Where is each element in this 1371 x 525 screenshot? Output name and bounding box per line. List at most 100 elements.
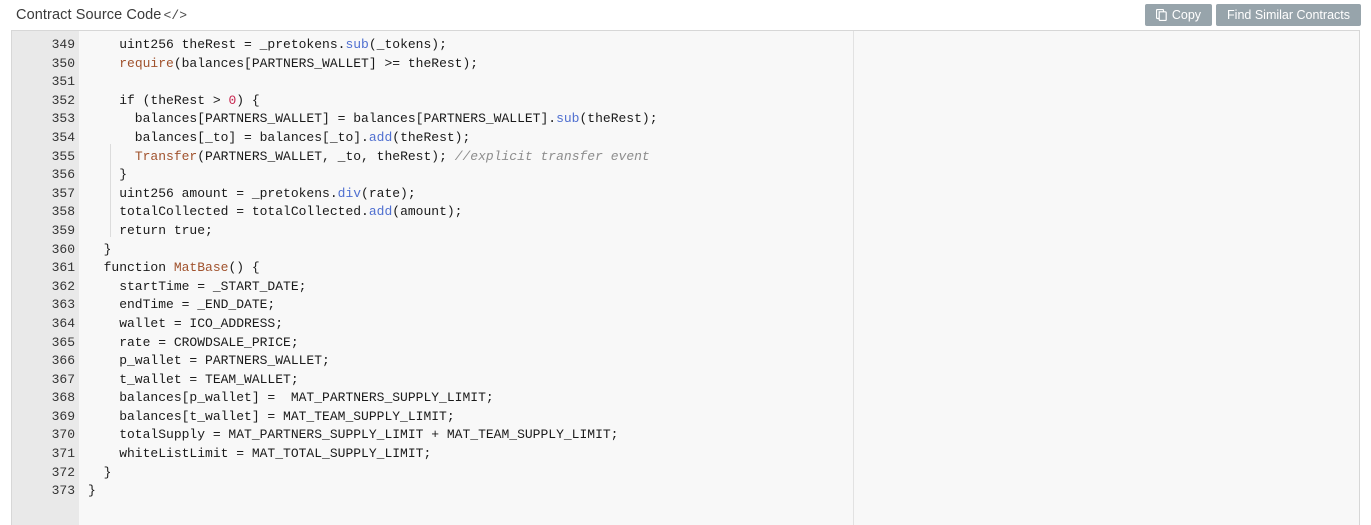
line-number: 367 [12, 371, 79, 390]
line-number: 360 [12, 241, 79, 260]
code-token-meth: add [369, 130, 392, 145]
code-lines: uint256 theRest = _pretokens.sub(_tokens… [79, 36, 1359, 501]
line-number: 362 [12, 278, 79, 297]
code-token-plain: () { [228, 260, 259, 275]
code-token-plain: wallet = ICO_ADDRESS; [88, 316, 283, 331]
code-token-plain [88, 56, 119, 71]
copy-icon [1156, 9, 1167, 21]
code-line: whiteListLimit = MAT_TOTAL_SUPPLY_LIMIT; [79, 445, 1359, 464]
code-token-plain: startTime = _START_DATE; [88, 279, 306, 294]
code-token-plain: function [88, 260, 174, 275]
line-number: 366 [12, 352, 79, 371]
page-title-text: Contract Source Code [16, 7, 161, 23]
code-token-fn: require [119, 56, 174, 71]
code-token-plain: whiteListLimit = MAT_TOTAL_SUPPLY_LIMIT; [88, 446, 431, 461]
code-line: if (theRest > 0) { [79, 92, 1359, 111]
code-token-plain: (theRest); [579, 111, 657, 126]
line-number: 364 [12, 315, 79, 334]
code-content-area[interactable]: uint256 theRest = _pretokens.sub(_tokens… [79, 31, 1359, 525]
page-title: Contract Source Code</> [16, 7, 187, 23]
code-token-plain: ) { [236, 93, 259, 108]
code-token-plain: if (theRest > [88, 93, 228, 108]
code-token-plain: p_wallet = PARTNERS_WALLET; [88, 353, 330, 368]
header-actions: Copy Find Similar Contracts [1145, 4, 1361, 26]
line-number: 357 [12, 185, 79, 204]
source-code-panel[interactable]: 349350351352▼353354355356357358359360361… [11, 30, 1360, 525]
code-line: balances[_to] = balances[_to].add(theRes… [79, 129, 1359, 148]
code-line: function MatBase() { [79, 259, 1359, 278]
line-number: 373 [12, 482, 79, 501]
code-token-plain: t_wallet = TEAM_WALLET; [88, 372, 299, 387]
copy-button-label: Copy [1172, 9, 1201, 22]
line-number: 355 [12, 148, 79, 167]
line-number: 368 [12, 389, 79, 408]
code-line: startTime = _START_DATE; [79, 278, 1359, 297]
code-token-plain: balances[_to] = balances[_to]. [88, 130, 369, 145]
code-token-plain: endTime = _END_DATE; [88, 297, 275, 312]
code-line: p_wallet = PARTNERS_WALLET; [79, 352, 1359, 371]
code-token-plain [88, 149, 135, 164]
code-scroll-container[interactable]: 349350351352▼353354355356357358359360361… [12, 31, 1359, 525]
code-line: rate = CROWDSALE_PRICE; [79, 334, 1359, 353]
code-line: } [79, 241, 1359, 260]
code-token-plain: totalCollected = totalCollected. [88, 204, 369, 219]
line-number: 351 [12, 73, 79, 92]
code-line: balances[PARTNERS_WALLET] = balances[PAR… [79, 110, 1359, 129]
code-token-plain: uint256 theRest = _pretokens. [88, 37, 345, 52]
line-number: 349 [12, 36, 79, 55]
code-token-plain: return true; [88, 223, 213, 238]
find-similar-contracts-button[interactable]: Find Similar Contracts [1216, 4, 1361, 26]
code-token-plain: (_tokens); [369, 37, 447, 52]
line-number: 358 [12, 203, 79, 222]
code-token-plain: } [88, 242, 111, 257]
line-number: 369 [12, 408, 79, 427]
code-line: balances[p_wallet] = MAT_PARTNERS_SUPPLY… [79, 389, 1359, 408]
code-token-meth: div [338, 186, 361, 201]
code-token-meth: sub [556, 111, 579, 126]
code-token-plain: rate = CROWDSALE_PRICE; [88, 335, 299, 350]
code-token-plain: } [88, 465, 111, 480]
code-token-meth: sub [345, 37, 368, 52]
code-token-plain: (amount); [392, 204, 462, 219]
code-token-plain: balances[t_wallet] = MAT_TEAM_SUPPLY_LIM… [88, 409, 455, 424]
code-token-fn: Transfer [135, 149, 197, 164]
code-token-meth: add [369, 204, 392, 219]
line-number: 370 [12, 426, 79, 445]
line-number: 352▼ [12, 92, 79, 111]
line-number: 372 [12, 464, 79, 483]
code-line: return true; [79, 222, 1359, 241]
code-line: } [79, 464, 1359, 483]
code-token-plain: (balances[PARTNERS_WALLET] >= theRest); [174, 56, 478, 71]
code-line: Transfer(PARTNERS_WALLET, _to, theRest);… [79, 148, 1359, 167]
contract-source-header: Contract Source Code</> Copy Find Simila… [0, 0, 1371, 30]
code-line: endTime = _END_DATE; [79, 296, 1359, 315]
code-token-plain: balances[p_wallet] = MAT_PARTNERS_SUPPLY… [88, 390, 494, 405]
code-token-plain: uint256 amount = _pretokens. [88, 186, 338, 201]
line-number: 361▼ [12, 259, 79, 278]
code-token-plain: balances[PARTNERS_WALLET] = balances[PAR… [88, 111, 556, 126]
line-number: 350 [12, 55, 79, 74]
find-similar-contracts-label: Find Similar Contracts [1227, 9, 1350, 22]
code-line: totalCollected = totalCollected.add(amou… [79, 203, 1359, 222]
code-token-plain: } [88, 483, 96, 498]
code-line: wallet = ICO_ADDRESS; [79, 315, 1359, 334]
code-line: balances[t_wallet] = MAT_TEAM_SUPPLY_LIM… [79, 408, 1359, 427]
code-line: t_wallet = TEAM_WALLET; [79, 371, 1359, 390]
code-line: uint256 theRest = _pretokens.sub(_tokens… [79, 36, 1359, 55]
line-number: 356 [12, 166, 79, 185]
code-tag-text: </> [163, 8, 187, 23]
line-number: 354 [12, 129, 79, 148]
code-token-fn: MatBase [174, 260, 229, 275]
code-line: totalSupply = MAT_PARTNERS_SUPPLY_LIMIT … [79, 426, 1359, 445]
line-number: 353 [12, 110, 79, 129]
code-token-plain: } [88, 167, 127, 182]
code-line: require(balances[PARTNERS_WALLET] >= the… [79, 55, 1359, 74]
copy-button[interactable]: Copy [1145, 4, 1212, 26]
code-token-plain: (rate); [361, 186, 416, 201]
code-line: uint256 amount = _pretokens.div(rate); [79, 185, 1359, 204]
code-token-plain: (theRest); [392, 130, 470, 145]
code-line [79, 73, 1359, 92]
line-number: 359 [12, 222, 79, 241]
line-number: 363 [12, 296, 79, 315]
code-line: } [79, 166, 1359, 185]
